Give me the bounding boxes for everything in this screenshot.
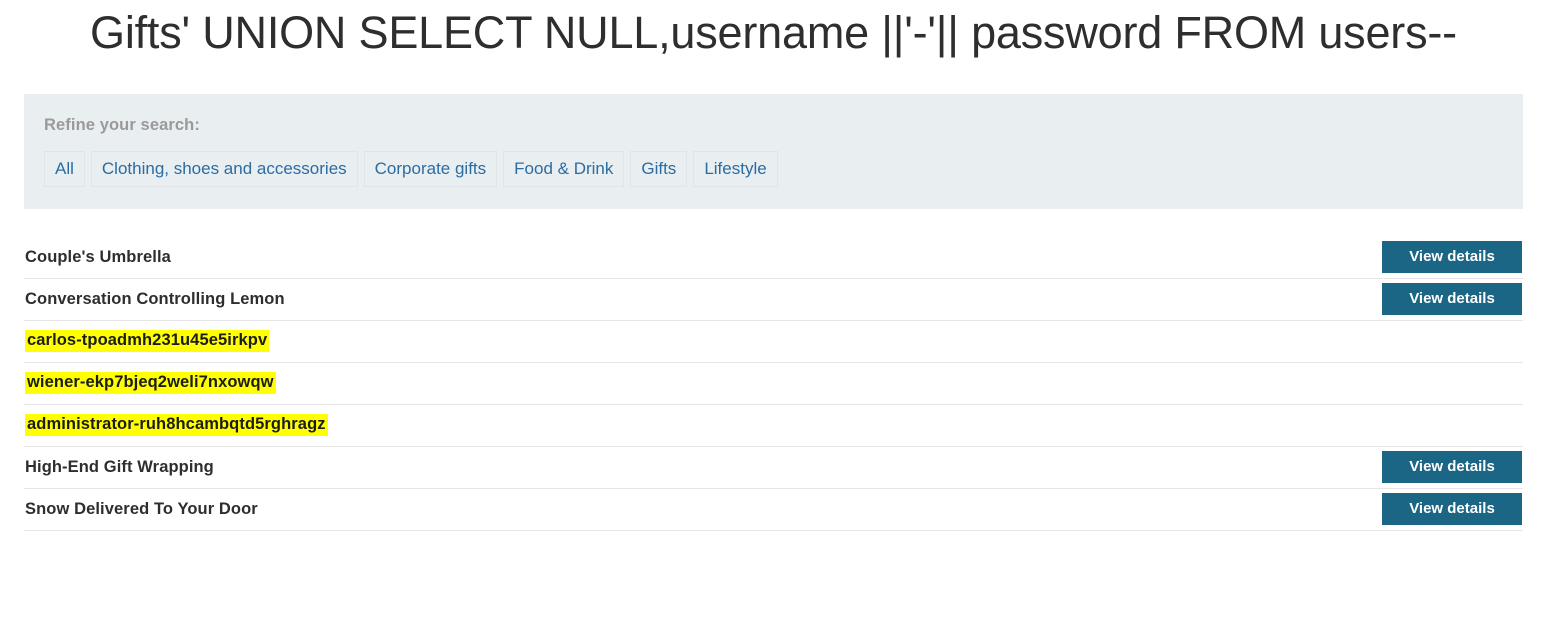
refine-search-panel: Refine your search: All Clothing, shoes a…	[24, 93, 1523, 209]
view-details-button[interactable]: View details	[1382, 283, 1522, 316]
leaked-credential-text: wiener-ekp7bjeq2weli7nxowqw	[25, 372, 276, 395]
product-name: Snow Delivered To Your Door	[25, 499, 258, 518]
button-placeholder	[1382, 383, 1522, 384]
view-details-button[interactable]: View details	[1382, 451, 1522, 484]
product-row: wiener-ekp7bjeq2weli7nxowqw	[24, 363, 1523, 405]
product-name: Conversation Controlling Lemon	[25, 289, 285, 308]
product-row: Snow Delivered To Your Door View details	[24, 489, 1523, 531]
button-placeholder	[1382, 425, 1522, 426]
product-row: administrator-ruh8hcambqtd5rghragz	[24, 405, 1523, 447]
view-details-button[interactable]: View details	[1382, 493, 1522, 526]
filter-link-corporate-gifts[interactable]: Corporate gifts	[363, 150, 498, 187]
leaked-credential-text: carlos-tpoadmh231u45e5irkpv	[25, 330, 270, 353]
view-details-button[interactable]: View details	[1382, 241, 1522, 274]
category-filter-links: All Clothing, shoes and accessories Corpor…	[44, 150, 1503, 187]
page-title: Gifts' UNION SELECT NULL,username ||'-'|…	[90, 7, 1457, 58]
product-row: High-End Gift Wrapping View details	[24, 447, 1523, 489]
product-row: Conversation Controlling Lemon View detai…	[24, 279, 1523, 321]
leaked-credential-text: administrator-ruh8hcambqtd5rghragz	[25, 414, 328, 437]
product-row: Couple's Umbrella View details	[24, 237, 1523, 279]
button-placeholder	[1382, 341, 1522, 342]
product-name: High-End Gift Wrapping	[25, 457, 214, 476]
refine-search-label: Refine your search:	[44, 115, 200, 134]
filter-link-lifestyle[interactable]: Lifestyle	[693, 150, 778, 187]
product-results-list: Couple's Umbrella View details Conversatio…	[24, 237, 1523, 531]
filter-link-gifts[interactable]: Gifts	[630, 150, 688, 187]
filter-link-food-drink[interactable]: Food & Drink	[503, 150, 625, 187]
filter-link-clothing-shoes-and-accessories[interactable]: Clothing, shoes and accessories	[90, 150, 358, 187]
product-row: carlos-tpoadmh231u45e5irkpv	[24, 321, 1523, 363]
product-name: Couple's Umbrella	[25, 247, 171, 266]
search-results-page: Gifts' UNION SELECT NULL,username ||'-'|…	[0, 0, 1547, 637]
filter-link-all[interactable]: All	[44, 150, 85, 187]
